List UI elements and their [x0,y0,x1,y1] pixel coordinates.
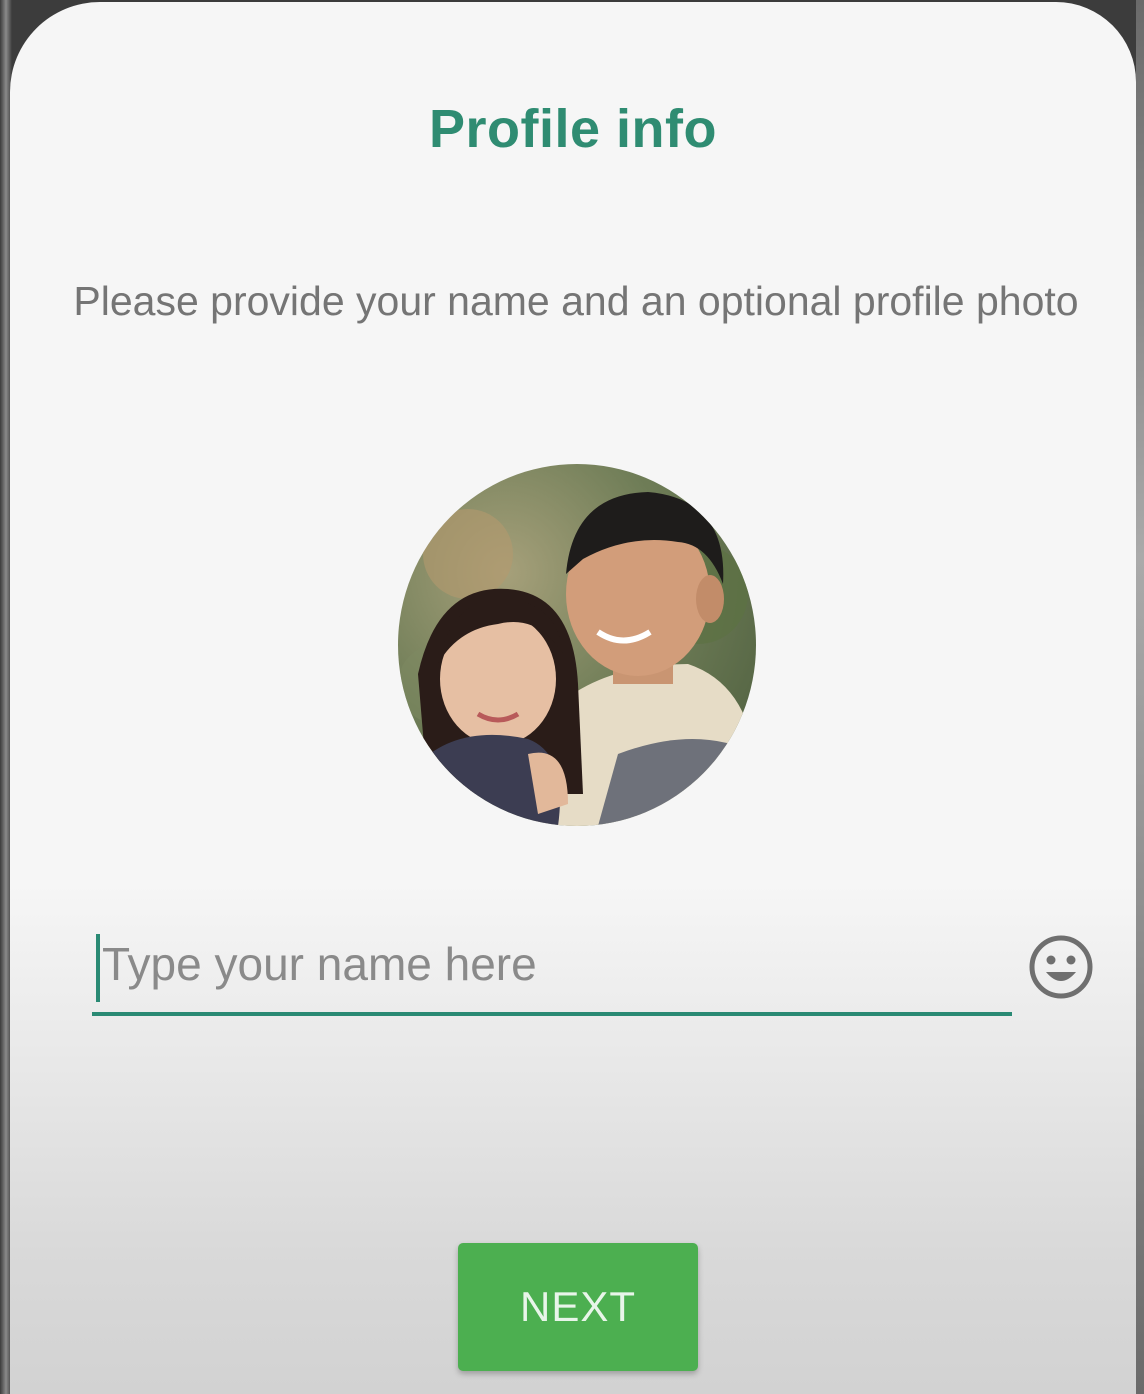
smiley-icon [1029,935,1093,999]
next-button[interactable]: NEXT [458,1243,698,1371]
profile-info-screen: Profile info Please provide your name an… [10,2,1136,1394]
name-field [92,920,1012,1016]
profile-photo[interactable] [398,464,756,826]
emoji-button[interactable] [1026,932,1096,1002]
device-edge [1136,0,1144,1394]
intro-text: Please provide your name and an optional… [73,278,1079,324]
page-title: Profile info [429,99,717,159]
profile-photo-image [398,464,756,826]
name-input[interactable] [92,920,1002,1008]
